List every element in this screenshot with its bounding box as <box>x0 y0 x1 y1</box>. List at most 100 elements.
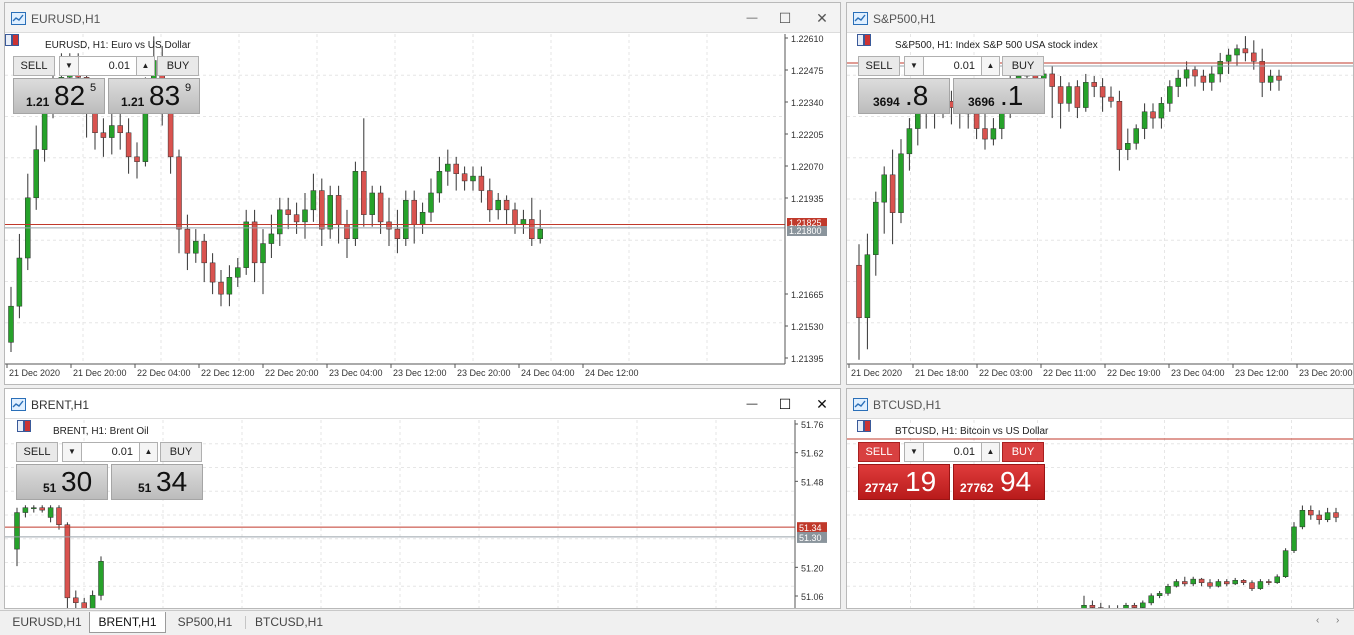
lot-size-input[interactable]: 0.01 <box>924 442 981 462</box>
candle-body <box>226 277 233 295</box>
time-axis-label: 22 Dec 20:00 <box>265 368 319 378</box>
tab-sp500[interactable]: SP500,H1 <box>170 612 240 633</box>
window-title-bar[interactable]: BRENT,H1 — ☐ ✕ <box>5 389 840 419</box>
buy-price[interactable]: 1.21 83 9 <box>108 78 200 114</box>
sell-price[interactable]: 3694 .8 <box>858 78 950 114</box>
tab-eurusd[interactable]: EURUSD,H1 <box>6 612 88 633</box>
chart-window-icon <box>853 12 868 25</box>
tab-brent[interactable]: BRENT,H1 <box>89 612 166 633</box>
candle-body <box>56 507 62 525</box>
candle-body <box>1274 576 1280 583</box>
sell-price[interactable]: 1.21 82 5 <box>13 78 105 114</box>
lot-dropdown-icon[interactable]: ▼ <box>59 56 79 76</box>
scroll-right-icon[interactable]: › <box>1336 615 1339 626</box>
candle-body <box>470 175 476 182</box>
close-icon[interactable]: ✕ <box>810 8 834 28</box>
candle-body <box>109 125 115 138</box>
candle-body <box>235 267 241 278</box>
sell-button[interactable]: SELL <box>16 442 58 462</box>
chart-area[interactable]: BTCUSD, H1: Bitcoin vs US Dollar SELL ▼ … <box>847 420 1353 608</box>
candle-body <box>1324 512 1331 520</box>
sell-button[interactable]: SELL <box>13 56 55 76</box>
price-axis-label: 1.22205 <box>791 130 824 140</box>
candle-body <box>864 254 871 319</box>
buy-price[interactable]: 3696 .1 <box>953 78 1045 114</box>
tab-separator <box>245 616 246 629</box>
price-axis-label: 51.20 <box>801 563 824 573</box>
buy-price-main: .1 <box>1000 80 1024 111</box>
lot-increase-icon[interactable]: ▲ <box>139 442 158 462</box>
candle-body <box>100 132 107 138</box>
lot-dropdown-icon[interactable]: ▼ <box>62 442 82 462</box>
candle-body <box>1156 593 1163 596</box>
scroll-left-icon[interactable]: ‹ <box>1316 615 1319 626</box>
buy-price[interactable]: 51 34 <box>111 464 203 500</box>
chart-window-eurusd[interactable]: EURUSD,H1 — ☐ ✕ 1.22610 1.22475 1.22340 1.2… <box>4 2 841 385</box>
buy-button[interactable]: BUY <box>160 442 202 462</box>
candle-body <box>64 524 71 599</box>
candle-body <box>973 113 980 129</box>
chart-area[interactable]: 51.76 51.62 51.48 51.34 51.30 51.20 51.06 BREN… <box>5 420 840 608</box>
maximize-icon[interactable]: ☐ <box>773 8 797 28</box>
price-axis-label: 1.21395 <box>791 354 824 364</box>
candle-body <box>1173 581 1180 587</box>
buy-price-pip: 9 <box>185 82 192 94</box>
price-axis-label: 1.21935 <box>791 194 824 204</box>
candle-body <box>1148 595 1154 604</box>
one-click-trading-panel: SELL ▼ 0.01 ▲ BUY 3694 .8 3696 .1 <box>858 56 1047 115</box>
symbol-icon <box>17 420 31 432</box>
chart-window-btcusd[interactable]: BTCUSD,H1 BTCUSD, H1: Bitcoin vs US Doll… <box>846 388 1354 609</box>
time-axis-label: 21 Dec 2020 <box>851 368 902 378</box>
candle-body <box>1099 86 1106 98</box>
buy-price[interactable]: 27762 94 <box>953 464 1045 500</box>
window-title-bar[interactable]: S&P500,H1 <box>847 3 1353 33</box>
maximize-icon[interactable]: ☐ <box>773 394 797 414</box>
close-icon[interactable]: ✕ <box>810 394 834 414</box>
candle-body <box>1089 605 1096 608</box>
candle-body <box>1165 586 1171 594</box>
buy-price-prefix: 3696 <box>968 95 995 109</box>
candle-body <box>1266 581 1272 583</box>
chart-tabs-bar: EURUSD,H1 BRENT,H1 SP500,H1 BTCUSD,H1 ‹ … <box>0 610 1354 635</box>
lot-increase-icon[interactable]: ▲ <box>981 56 1000 76</box>
price-axis-label: 51.06 <box>801 592 824 602</box>
window-title-bar[interactable]: EURUSD,H1 — ☐ ✕ <box>5 3 840 33</box>
window-title-bar[interactable]: BTCUSD,H1 <box>847 389 1353 419</box>
lot-size-input[interactable]: 0.01 <box>82 442 139 462</box>
tab-btcusd[interactable]: BTCUSD,H1 <box>250 612 328 633</box>
candle-body <box>1242 48 1249 54</box>
candle-body <box>1209 73 1215 83</box>
time-axis-label: 22 Dec 19:00 <box>1107 368 1161 378</box>
buy-button[interactable]: BUY <box>157 56 199 76</box>
minimize-icon[interactable]: — <box>740 8 764 28</box>
buy-price-main: 34 <box>156 466 188 497</box>
lot-size-input[interactable]: 0.01 <box>924 56 981 76</box>
chart-window-sp500[interactable]: S&P500,H1 21 Dec 2020 21 Dec 18:00 22 Dec … <box>846 2 1354 385</box>
candle-body <box>1215 581 1222 587</box>
candle-body <box>1267 75 1274 83</box>
lot-dropdown-icon[interactable]: ▼ <box>904 56 924 76</box>
symbol-description: BTCUSD, H1: Bitcoin vs US Dollar <box>895 426 1049 437</box>
candle-body <box>537 228 543 239</box>
candle-body <box>520 219 527 225</box>
lot-dropdown-icon[interactable]: ▼ <box>904 442 924 462</box>
candle-body <box>92 113 98 134</box>
candle-body <box>990 128 997 140</box>
candle-body <box>1200 75 1207 83</box>
sell-price[interactable]: 27747 19 <box>858 464 950 500</box>
price-axis-label: 51.62 <box>801 449 824 459</box>
chart-area[interactable]: 21 Dec 2020 21 Dec 18:00 22 Dec 03:00 22 De… <box>847 34 1353 384</box>
sell-button[interactable]: SELL <box>858 56 900 76</box>
chart-area[interactable]: 1.22610 1.22475 1.22340 1.22205 1.22070 1.219… <box>5 34 840 384</box>
minimize-icon[interactable]: — <box>740 394 764 414</box>
sell-price[interactable]: 51 30 <box>16 464 108 500</box>
candle-body <box>1182 581 1188 585</box>
chart-window-brent[interactable]: BRENT,H1 — ☐ ✕ 51.76 51.62 51.48 51.34 51.30… <box>4 388 841 609</box>
buy-button[interactable]: BUY <box>1002 442 1044 462</box>
sell-button[interactable]: SELL <box>858 442 900 462</box>
lot-increase-icon[interactable]: ▲ <box>981 442 1000 462</box>
lot-increase-icon[interactable]: ▲ <box>136 56 155 76</box>
window-title: EURUSD,H1 <box>31 12 101 26</box>
lot-size-input[interactable]: 0.01 <box>79 56 136 76</box>
buy-button[interactable]: BUY <box>1002 56 1044 76</box>
